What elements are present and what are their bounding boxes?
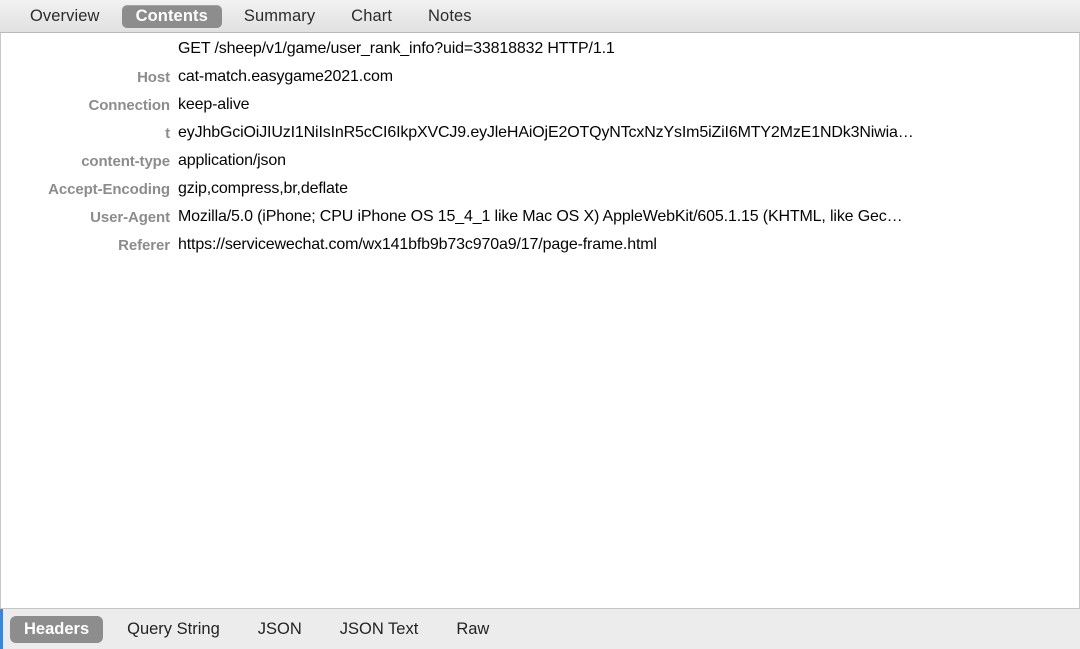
table-row[interactable]: Connection keep-alive <box>1 91 1079 119</box>
tab-json[interactable]: JSON <box>244 616 316 643</box>
tab-raw[interactable]: Raw <box>442 616 503 643</box>
table-row[interactable]: Referer https://servicewechat.com/wx141b… <box>1 231 1079 259</box>
table-row[interactable]: Accept-Encoding gzip,compress,br,deflate <box>1 175 1079 203</box>
request-inspector-window: Overview Contents Summary Chart Notes GE… <box>0 0 1080 649</box>
table-row[interactable]: User-Agent Mozilla/5.0 (iPhone; CPU iPho… <box>1 203 1079 231</box>
tab-notes[interactable]: Notes <box>414 5 486 28</box>
header-value: cat-match.easygame2021.com <box>178 68 393 85</box>
focus-accent-bar <box>0 609 3 649</box>
header-name <box>1 35 175 63</box>
headers-table: GET /sheep/v1/game/user_rank_info?uid=33… <box>1 35 1079 259</box>
header-name: Connection <box>88 96 171 114</box>
table-row[interactable]: Host cat-match.easygame2021.com <box>1 63 1079 91</box>
tab-json-text[interactable]: JSON Text <box>326 616 433 643</box>
header-value: application/json <box>178 152 286 169</box>
table-row[interactable]: GET /sheep/v1/game/user_rank_info?uid=33… <box>1 35 1079 63</box>
table-row[interactable]: t eyJhbGciOiJIUzI1NiIsInR5cCI6IkpXVCJ9.e… <box>1 119 1079 147</box>
header-name: Referer <box>118 236 170 254</box>
header-name: t <box>165 124 170 142</box>
header-name: User-Agent <box>90 208 170 226</box>
header-name: content-type <box>81 152 170 170</box>
header-value: Mozilla/5.0 (iPhone; CPU iPhone OS 15_4_… <box>178 208 903 225</box>
header-value: https://servicewechat.com/wx141bfb9b73c9… <box>178 236 657 253</box>
header-value: gzip,compress,br,deflate <box>178 180 348 197</box>
tab-query-string[interactable]: Query String <box>113 616 234 643</box>
headers-content-pane[interactable]: GET /sheep/v1/game/user_rank_info?uid=33… <box>0 33 1080 608</box>
tab-chart[interactable]: Chart <box>337 5 406 28</box>
tab-summary[interactable]: Summary <box>230 5 329 28</box>
top-tab-bar: Overview Contents Summary Chart Notes <box>0 0 1080 33</box>
tab-overview[interactable]: Overview <box>16 5 114 28</box>
table-row[interactable]: content-type application/json <box>1 147 1079 175</box>
header-value: eyJhbGciOiJIUzI1NiIsInR5cCI6IkpXVCJ9.eyJ… <box>178 124 914 141</box>
tab-headers[interactable]: Headers <box>10 615 104 643</box>
header-name: Accept-Encoding <box>48 180 170 198</box>
tab-contents[interactable]: Contents <box>121 4 222 28</box>
header-value: keep-alive <box>178 96 250 113</box>
bottom-tab-bar: Headers Query String JSON JSON Text Raw <box>0 608 1080 649</box>
header-value: GET /sheep/v1/game/user_rank_info?uid=33… <box>178 40 615 57</box>
header-name: Host <box>137 68 170 86</box>
